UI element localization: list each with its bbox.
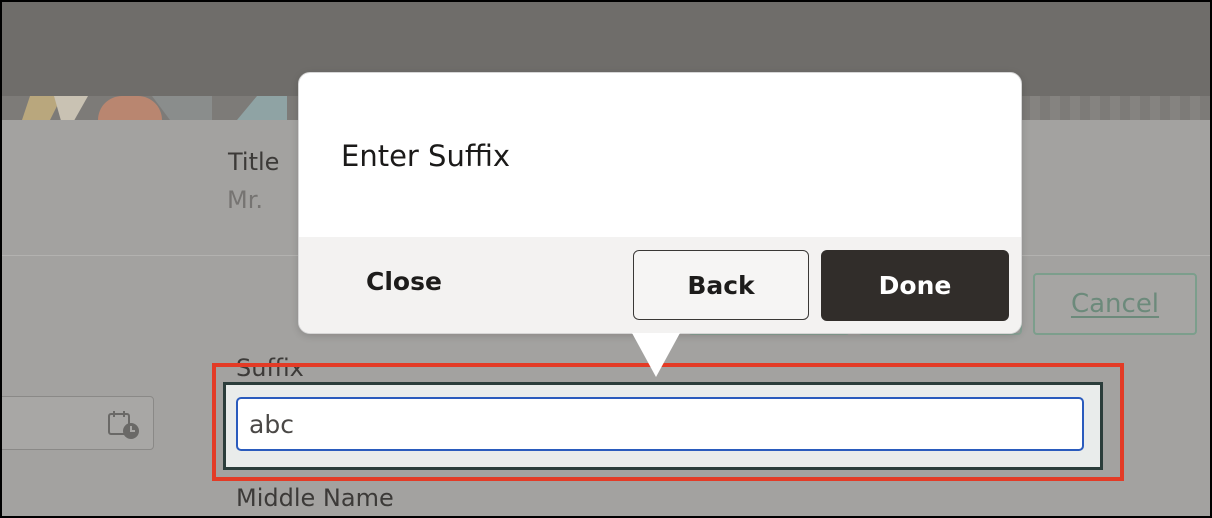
popover-title: Enter Suffix — [341, 139, 511, 173]
suffix-popover: Enter Suffix Close Back Done — [298, 72, 1022, 334]
suffix-input[interactable] — [236, 397, 1084, 451]
done-button[interactable]: Done — [821, 250, 1009, 321]
date-input[interactable] — [2, 396, 154, 450]
close-button[interactable]: Close — [366, 267, 442, 296]
screen-frame: Title Mr. Cancel Suffix Middle Name Ente… — [0, 0, 1212, 518]
middle-name-label: Middle Name — [236, 484, 394, 512]
calendar-clock-icon[interactable] — [107, 410, 141, 444]
popover-footer: Close Back Done — [299, 237, 1021, 333]
popover-pointer — [632, 333, 680, 377]
title-label: Title — [228, 148, 280, 176]
back-button[interactable]: Back — [633, 250, 809, 320]
cancel-button[interactable]: Cancel — [1033, 273, 1197, 335]
title-value: Mr. — [227, 186, 263, 214]
